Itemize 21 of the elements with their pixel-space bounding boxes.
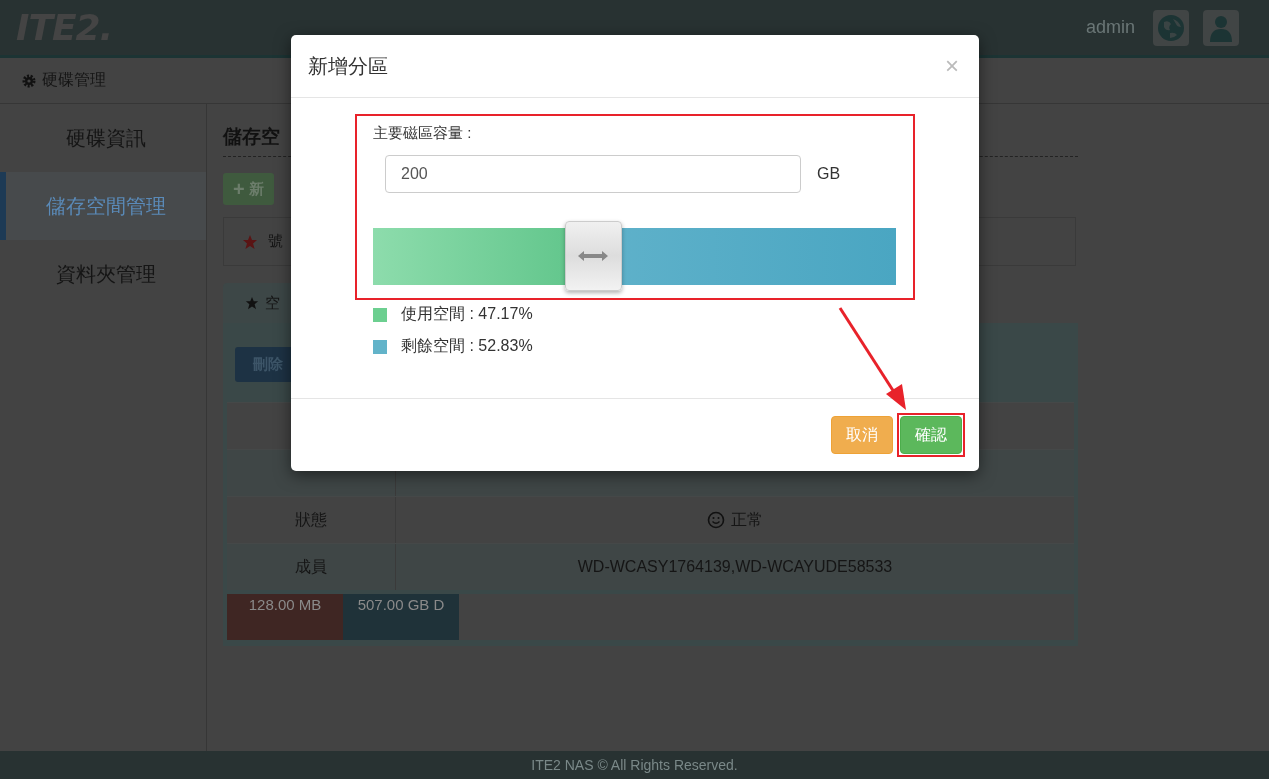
star-icon [245,296,259,310]
field-label: 主要磁區容量 : [372,124,473,143]
sidebar-item[interactable]: 儲存空間管理 [0,172,206,240]
confirm-button[interactable]: 確認 [900,416,962,454]
smiley-icon [707,511,725,529]
legend-label: 剩餘空間 : 52.83% [401,336,533,356]
user-icon[interactable] [1203,9,1239,46]
storage-segment: 128.00 MB [227,594,343,640]
gear-icon [22,73,36,88]
cancel-button[interactable]: 取消 [831,416,893,454]
footer: ITE2 NAS © All Rights Reserved. [0,751,1269,779]
unit-label: GB [817,165,841,183]
dialog-title: 新增分區 [308,53,388,79]
slider-handle[interactable] [564,221,622,291]
legend-label: 使用空間 : 47.17% [401,304,533,324]
username: admin [1085,17,1135,38]
capacity-input[interactable]: 200 [385,155,801,193]
storage-segment: 507.00 GB D [343,594,459,640]
close-button[interactable]: × [945,54,959,78]
globe-icon[interactable] [1153,9,1189,46]
star-icon [242,233,258,250]
